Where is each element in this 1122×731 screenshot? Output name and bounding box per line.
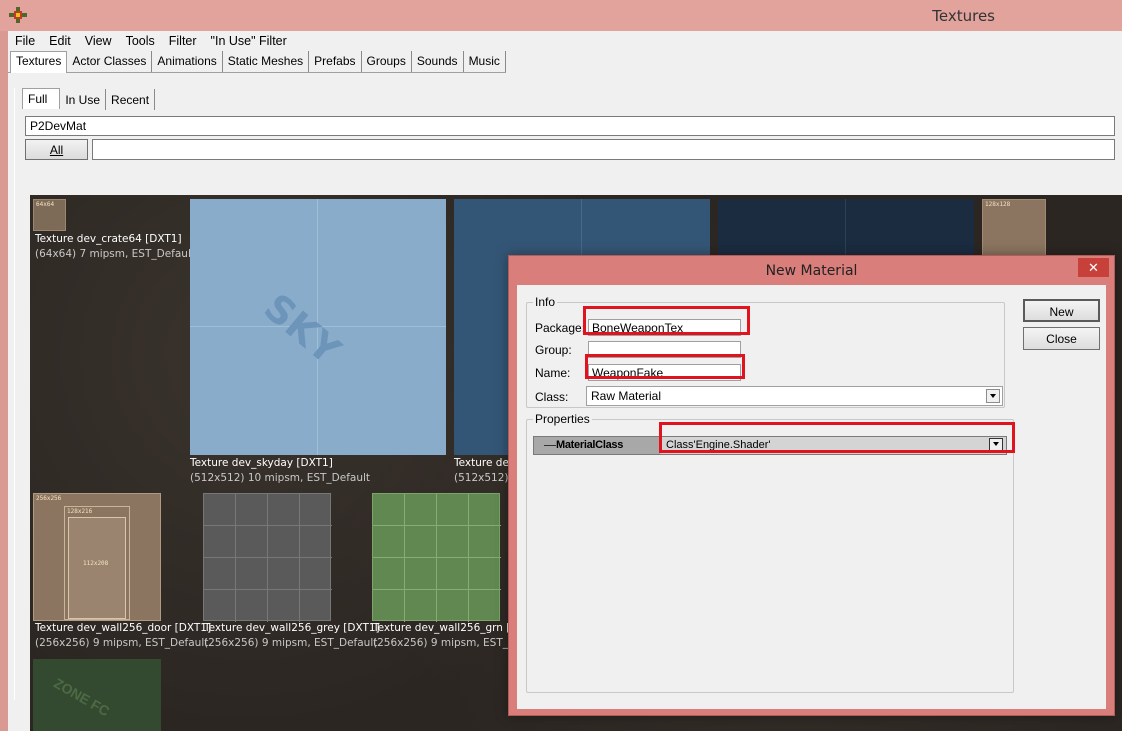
highlight-materialclass bbox=[659, 422, 1015, 453]
menu-bar: File Edit View Tools Filter "In Use" Fil… bbox=[8, 32, 294, 51]
new-button[interactable]: New bbox=[1023, 299, 1100, 322]
dialog-titlebar: New Material ✕ bbox=[509, 256, 1114, 285]
texture-thumb-crate64[interactable]: 64x64 bbox=[33, 199, 66, 231]
window-titlebar: Textures bbox=[0, 0, 1122, 31]
group-label: Group: bbox=[535, 343, 572, 357]
name-label: Name: bbox=[535, 366, 571, 380]
tab-full[interactable]: Full bbox=[22, 88, 61, 109]
menu-file[interactable]: File bbox=[8, 32, 42, 51]
class-label: Class: bbox=[535, 390, 569, 404]
dialog-title: New Material bbox=[765, 263, 858, 279]
door-frame-label: 128x216 bbox=[67, 508, 93, 515]
texture-thumb-wall256-grey[interactable] bbox=[203, 493, 332, 622]
tab-actor-classes[interactable]: Actor Classes bbox=[67, 51, 153, 72]
texture-caption: Texture dev_crate64 [DXT1] (64x64) 7 mip… bbox=[35, 232, 195, 262]
menu-in-use-filter[interactable]: "In Use" Filter bbox=[204, 32, 294, 51]
tab-groups[interactable]: Groups bbox=[361, 51, 412, 72]
texture-info: (256x256) 9 mipsm, EST_De bbox=[373, 637, 523, 649]
all-button[interactable]: All bbox=[25, 139, 88, 160]
texture-thumb-wall256-grn[interactable] bbox=[372, 493, 501, 622]
texture-caption: Texture dev_wall256_grn [DX (256x256) 9 … bbox=[373, 621, 526, 651]
door-panel-label: 112x208 bbox=[83, 560, 109, 567]
tab-in-use[interactable]: In Use bbox=[60, 89, 107, 110]
highlight-name bbox=[585, 354, 745, 379]
tab-prefabs[interactable]: Prefabs bbox=[309, 51, 362, 72]
texture-info: (256x256) 9 mipsm, EST_Default bbox=[204, 637, 378, 649]
sky-watermark: SKY bbox=[255, 285, 349, 373]
tab-sounds[interactable]: Sounds bbox=[411, 51, 464, 72]
texture-name: Texture dev_skyday [DXT1] bbox=[190, 457, 333, 469]
door-frame: 128x216 112x208 bbox=[64, 506, 130, 620]
close-button[interactable]: Close bbox=[1023, 327, 1100, 350]
menu-tools[interactable]: Tools bbox=[119, 32, 162, 51]
package-combo[interactable]: P2DevMat bbox=[25, 116, 1115, 136]
texture-name: Texture dev_wall256_grn [DX bbox=[373, 622, 526, 634]
view-tabs: Full In Use Recent bbox=[22, 88, 156, 110]
texture-size-badge: 128x128 bbox=[985, 201, 1011, 208]
texture-thumb-dark[interactable] bbox=[718, 199, 974, 259]
door-panel: 112x208 bbox=[68, 517, 126, 619]
info-group-title: Info bbox=[533, 295, 558, 309]
texture-info: (512x512) 10 mipsm, EST_Default bbox=[190, 472, 371, 484]
texture-name: Texture dev_wall256_door [DXT1] bbox=[35, 622, 212, 634]
tab-textures[interactable]: Textures bbox=[10, 51, 68, 73]
window-title: Textures bbox=[932, 7, 995, 25]
class-select-value: Raw Material bbox=[591, 389, 662, 403]
close-icon: ✕ bbox=[1088, 260, 1099, 275]
browser-tabs: Textures Actor Classes Animations Static… bbox=[8, 51, 506, 73]
texture-info: (64x64) 7 mipsm, EST_Default bbox=[35, 248, 195, 260]
tab-static-meshes[interactable]: Static Meshes bbox=[222, 51, 310, 72]
texture-thumb-zone[interactable]: ZONE FC bbox=[33, 659, 161, 731]
tab-recent[interactable]: Recent bbox=[106, 89, 156, 110]
texture-caption: Texture dev_skyday [DXT1] (512x512) 10 m… bbox=[190, 456, 370, 486]
tab-music[interactable]: Music bbox=[463, 51, 506, 72]
texture-size-badge: 64x64 bbox=[36, 201, 55, 208]
texture-info: (256x256) 9 mipsm, EST_Default bbox=[35, 637, 209, 649]
package-label: Package: bbox=[535, 321, 586, 335]
texture-caption: Texture dev_wall256_door [DXT1] (256x256… bbox=[35, 621, 211, 651]
properties-group: Properties MaterialClass Class'Engine.Sh… bbox=[526, 412, 1014, 693]
property-name: MaterialClass bbox=[534, 437, 660, 454]
chevron-down-icon[interactable] bbox=[986, 389, 1000, 403]
menu-filter[interactable]: Filter bbox=[162, 32, 204, 51]
class-select[interactable]: Raw Material bbox=[586, 386, 1003, 406]
tab-animations[interactable]: Animations bbox=[152, 51, 223, 72]
zone-watermark: ZONE FC bbox=[51, 674, 113, 720]
texture-size-badge: 256x256 bbox=[36, 495, 62, 502]
dialog-body: Info Package: BoneWeaponTex Group: Name:… bbox=[517, 285, 1106, 709]
texture-thumb-wall256-door[interactable]: 256x256 128x216 112x208 bbox=[33, 493, 161, 621]
texture-caption: Texture dev_wall256_grey [DXT1] (256x256… bbox=[204, 621, 380, 651]
texture-name: Texture dev_crate64 [DXT1] bbox=[35, 233, 182, 245]
properties-group-title: Properties bbox=[533, 412, 592, 426]
texture-thumb-skyday[interactable]: SKY bbox=[190, 199, 446, 455]
texture-thumb-wood128[interactable]: 128x128 bbox=[982, 199, 1046, 259]
dialog-close-button[interactable]: ✕ bbox=[1078, 258, 1109, 277]
group-filter-input[interactable] bbox=[92, 139, 1115, 160]
menu-view[interactable]: View bbox=[78, 32, 119, 51]
texture-name: Texture dev_wall256_grey [DXT1] bbox=[204, 622, 380, 634]
highlight-package bbox=[583, 306, 750, 335]
menu-edit[interactable]: Edit bbox=[42, 32, 78, 51]
